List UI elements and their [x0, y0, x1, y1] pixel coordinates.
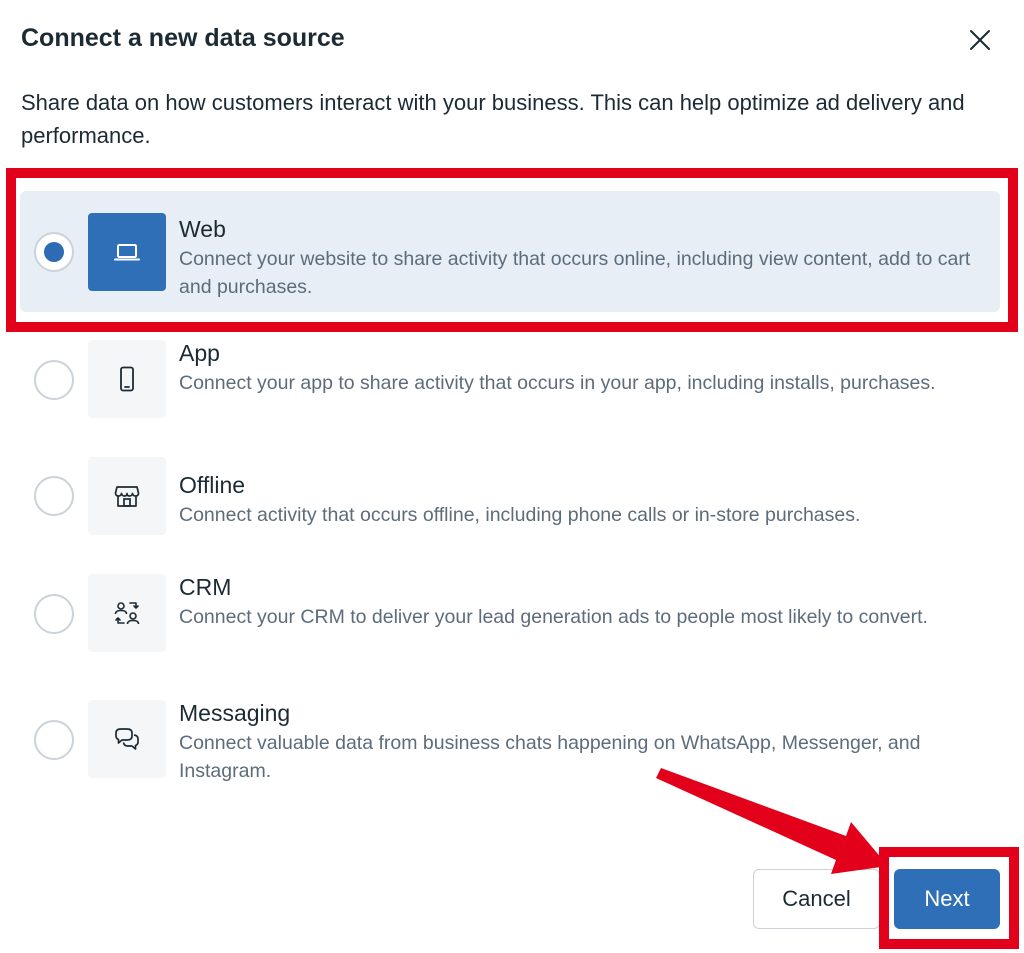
option-description: Connect your website to share activity t… — [179, 248, 971, 298]
radio-app[interactable] — [34, 360, 74, 400]
option-title: Web — [179, 216, 226, 242]
dialog-title: Connect a new data source — [21, 24, 345, 52]
icon-tile-web — [88, 213, 166, 291]
option-crm[interactable]: CRM Connect your CRM to deliver your lea… — [20, 574, 1000, 654]
people-sync-icon — [114, 602, 140, 625]
option-app[interactable]: App Connect your app to share activity t… — [20, 340, 1000, 420]
connect-data-source-dialog: Connect a new data source Share data on … — [0, 0, 1024, 953]
close-button[interactable] — [962, 22, 998, 58]
radio-crm[interactable] — [34, 594, 74, 634]
icon-tile-offline — [88, 457, 166, 535]
icon-tile-crm — [88, 574, 166, 652]
option-description: Connect your app to share activity that … — [179, 372, 936, 394]
radio-web[interactable] — [34, 232, 74, 272]
option-messaging[interactable]: Messaging Connect valuable data from bus… — [20, 700, 1000, 782]
icon-tile-messaging — [88, 700, 166, 778]
option-offline[interactable]: Offline Connect activity that occurs off… — [20, 457, 1000, 537]
option-title: Offline — [179, 472, 246, 498]
icon-tile-app — [88, 340, 166, 418]
dialog-subtitle: Share data on how customers interact wit… — [21, 90, 965, 148]
radio-offline[interactable] — [34, 476, 74, 516]
store-icon — [114, 486, 140, 507]
laptop-icon — [114, 244, 140, 261]
phone-icon — [120, 366, 134, 392]
radio-messaging[interactable] — [34, 720, 74, 760]
option-description: Connect activity that occurs offline, in… — [179, 504, 861, 526]
radio-selected-dot — [44, 242, 64, 262]
option-title: App — [179, 340, 220, 366]
option-title: CRM — [179, 574, 232, 600]
option-title: Messaging — [179, 700, 291, 726]
option-web[interactable]: Web Connect your website to share activi… — [20, 191, 1000, 312]
cancel-button[interactable]: Cancel — [753, 869, 880, 929]
option-description: Connect your CRM to deliver your lead ge… — [179, 606, 928, 628]
next-button[interactable]: Next — [894, 869, 1000, 929]
chat-bubbles-icon — [115, 728, 139, 750]
option-description: Connect valuable data from business chat… — [179, 732, 921, 782]
close-icon — [970, 30, 990, 50]
